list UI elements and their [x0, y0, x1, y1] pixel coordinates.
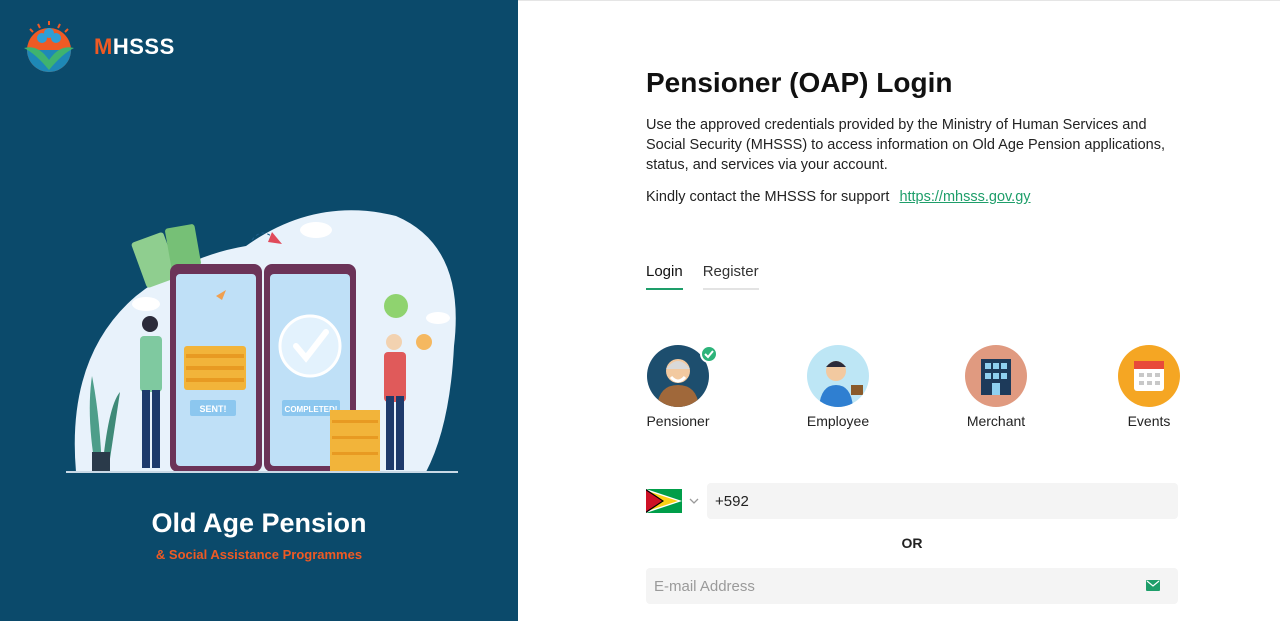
page-title: Pensioner (OAP) Login [646, 67, 953, 98]
email-field-row [646, 568, 1178, 604]
country-code-select[interactable] [646, 483, 704, 519]
employee-avatar-icon [807, 345, 869, 407]
role-events[interactable]: Events [1099, 345, 1199, 429]
phone-field-row [646, 483, 1178, 519]
support-text: Kindly contact the MHSSS for support [646, 189, 890, 205]
brand-logo[interactable]: MHSSS [18, 20, 175, 74]
support-link[interactable]: https://mhsss.gov.gy [899, 189, 1030, 205]
hero-title: Old Age Pension [151, 508, 367, 538]
role-label: Employee [806, 413, 870, 429]
login-description: Use the approved credentials provided by… [646, 117, 1166, 173]
role-label: Events [1127, 413, 1171, 429]
role-merchant[interactable]: Merchant [946, 345, 1046, 429]
email-input[interactable] [646, 568, 1126, 604]
mhsss-logo-icon [24, 21, 74, 72]
tab-register[interactable]: Register [702, 263, 759, 290]
calendar-icon [1118, 345, 1180, 407]
guyana-flag-icon [646, 489, 682, 513]
pension-illustration: SENT! COMPLETED! [66, 210, 458, 473]
role-label: Merchant [966, 413, 1026, 429]
hero-subtitle: & Social Assistance Programmes [155, 547, 363, 562]
merchant-building-icon [965, 345, 1027, 407]
chevron-down-icon [689, 498, 699, 504]
role-pensioner[interactable]: Pensioner [628, 345, 728, 429]
login-page: MHSSS SENT! COMPLETED! Old Age Pension &… [0, 0, 1280, 621]
auth-tabs: Login Register [646, 263, 779, 290]
role-selector: Pensioner Employee Merchant Events [628, 345, 1188, 435]
brand-name: MHSSS [94, 34, 175, 59]
svg-text:SENT!: SENT! [200, 404, 227, 414]
svg-text:COMPLETED!: COMPLETED! [285, 405, 338, 414]
tab-login[interactable]: Login [646, 263, 683, 290]
login-panel: Pensioner (OAP) Login Use the approved c… [518, 0, 1280, 621]
hero-panel: MHSSS SENT! COMPLETED! Old Age Pension &… [0, 0, 518, 621]
support-line: Kindly contact the MHSSS for support htt… [646, 189, 1031, 205]
mail-icon [1146, 580, 1160, 591]
selected-check-icon [700, 345, 718, 363]
or-divider: OR [901, 535, 923, 551]
role-label: Pensioner [646, 413, 710, 429]
role-employee[interactable]: Employee [788, 345, 888, 429]
phone-input[interactable] [707, 483, 1178, 519]
